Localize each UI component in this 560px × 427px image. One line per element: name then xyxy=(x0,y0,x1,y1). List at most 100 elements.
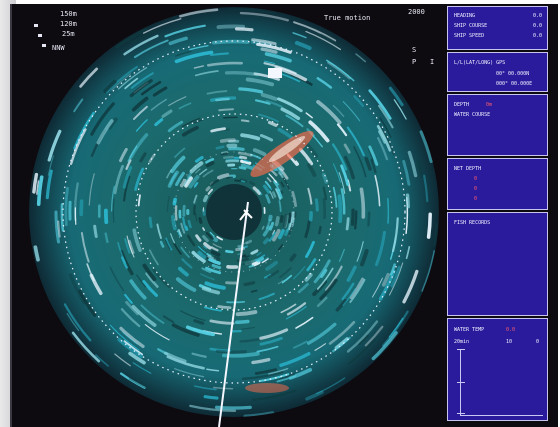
echo-streak xyxy=(318,225,322,235)
echo-streak xyxy=(225,249,234,254)
echo-streak xyxy=(387,198,390,224)
course-label: SHIP COURSE xyxy=(454,23,488,29)
position-box: L/L(LAT/LONG) GPS 00° 00.000N 000° 00.00… xyxy=(447,52,548,92)
echo-streak xyxy=(211,236,219,243)
water-course-label: WATER COURSE xyxy=(454,112,491,118)
echo-streak xyxy=(33,245,40,262)
echo-streak xyxy=(249,180,256,186)
info-panel: HEADING 0.0 SHIP COURSE 0.0 SHIP SPEED 0… xyxy=(447,6,548,421)
longitude-value: 000° 00.000E xyxy=(496,81,533,87)
echo-streak xyxy=(235,27,254,32)
temp-scale-right: 0 xyxy=(536,339,540,345)
echo-streak xyxy=(314,198,319,212)
net-depth-value-2: 0 xyxy=(474,186,478,192)
course-value: 0.0 xyxy=(533,23,543,29)
echo-streak xyxy=(238,166,247,170)
echo-streak xyxy=(211,263,222,270)
echo-streak xyxy=(405,193,410,209)
range-readout-2: 120m xyxy=(60,20,77,28)
water-temp-box: WATER TEMP 0.0 20min 10 0 xyxy=(447,318,548,421)
echo-streak xyxy=(186,172,192,179)
echo-streak xyxy=(219,138,236,143)
speed-value: 0.0 xyxy=(533,33,543,39)
water-temp-value: 0.0 xyxy=(506,327,516,333)
echo-streak xyxy=(217,305,232,310)
water-temp-label: WATER TEMP xyxy=(454,327,485,333)
heading-label: HEADING xyxy=(454,13,476,19)
depth-value: 0m xyxy=(486,102,493,108)
echo-streak xyxy=(228,147,245,151)
echo-streak xyxy=(261,225,265,230)
status-glyph-1: S xyxy=(412,46,417,54)
echo-streak xyxy=(148,216,153,229)
echo-streak xyxy=(282,214,288,228)
scale-ticks xyxy=(34,24,46,47)
speed-label: SHIP SPEED xyxy=(454,33,485,39)
range-readout-1: 150m xyxy=(60,10,77,18)
echo-streak xyxy=(112,198,115,223)
echo-streak xyxy=(215,349,247,354)
status-glyph-2: P xyxy=(412,58,417,66)
motion-mode-label: True motion xyxy=(324,14,371,22)
echo-streak xyxy=(272,191,277,198)
depth-label: DEPTH xyxy=(454,102,470,108)
echo-streak xyxy=(274,216,280,227)
echo-streak xyxy=(216,24,246,30)
echo-streak xyxy=(251,260,261,267)
echo-streak xyxy=(245,239,252,245)
range-readout-3: 25m xyxy=(62,30,75,38)
position-title: L/L(LAT/LONG) GPS xyxy=(454,60,506,66)
echo-streak xyxy=(205,161,215,168)
echo-streak xyxy=(284,228,289,237)
echo-streak xyxy=(57,220,61,238)
echo-streak xyxy=(187,219,192,229)
echo-streak xyxy=(239,155,248,160)
echo-streak xyxy=(240,119,250,123)
net-depth-value-3: 0 xyxy=(474,196,478,202)
temp-scale-mid: 10 xyxy=(506,339,513,345)
center-dark-zone xyxy=(206,184,262,240)
fish-records-label: FISH RECORDS xyxy=(454,220,491,226)
temp-graph-axis-bot xyxy=(457,413,465,414)
sonar-scan-display[interactable] xyxy=(12,4,444,427)
echo-streak xyxy=(289,253,297,262)
top-right-readout: 2000 xyxy=(408,8,425,16)
echo-streak xyxy=(210,250,221,257)
echo-streak xyxy=(354,210,358,230)
fish-records-box: FISH RECORDS xyxy=(447,212,548,316)
temp-graph xyxy=(457,349,543,416)
echo-streak xyxy=(213,256,221,261)
echo-streak xyxy=(367,211,371,227)
echo-streak xyxy=(288,212,292,224)
echo-streak xyxy=(234,179,241,182)
temp-graph-axis-top xyxy=(457,349,465,350)
echo-streak xyxy=(203,395,219,400)
heading-value: 0.0 xyxy=(533,13,543,19)
target-marker-square[interactable] xyxy=(268,68,282,78)
echo-streak xyxy=(202,227,206,231)
echo-streak xyxy=(225,159,240,163)
sonar-screen: 150m 120m 25m NNW True motion 2000 S P I… xyxy=(0,0,560,427)
echo-streak xyxy=(193,182,199,188)
echo-streak xyxy=(350,208,355,226)
net-depth-label: NET DEPTH xyxy=(454,166,482,172)
echo-streak xyxy=(205,186,211,192)
echo-streak xyxy=(337,194,343,223)
echo-streak xyxy=(170,214,177,231)
echo-streak xyxy=(243,281,256,287)
echo-streak xyxy=(224,71,259,77)
echo-streak xyxy=(202,194,209,203)
echo-streak xyxy=(60,203,65,232)
temp-graph-axis-mid xyxy=(457,382,465,383)
net-depth-value-1: 0 xyxy=(474,176,478,182)
echo-streak xyxy=(248,264,255,268)
echo-streak xyxy=(223,155,234,159)
depth-box: DEPTH 0m WATER COURSE xyxy=(447,94,548,156)
echo-streak xyxy=(426,212,432,239)
echo-streak xyxy=(218,108,234,112)
echo-streak xyxy=(359,187,366,219)
echo-streak xyxy=(185,225,189,231)
bottom-echo-target xyxy=(245,383,289,393)
echo-streak xyxy=(279,215,284,223)
echo-streak xyxy=(235,310,258,317)
